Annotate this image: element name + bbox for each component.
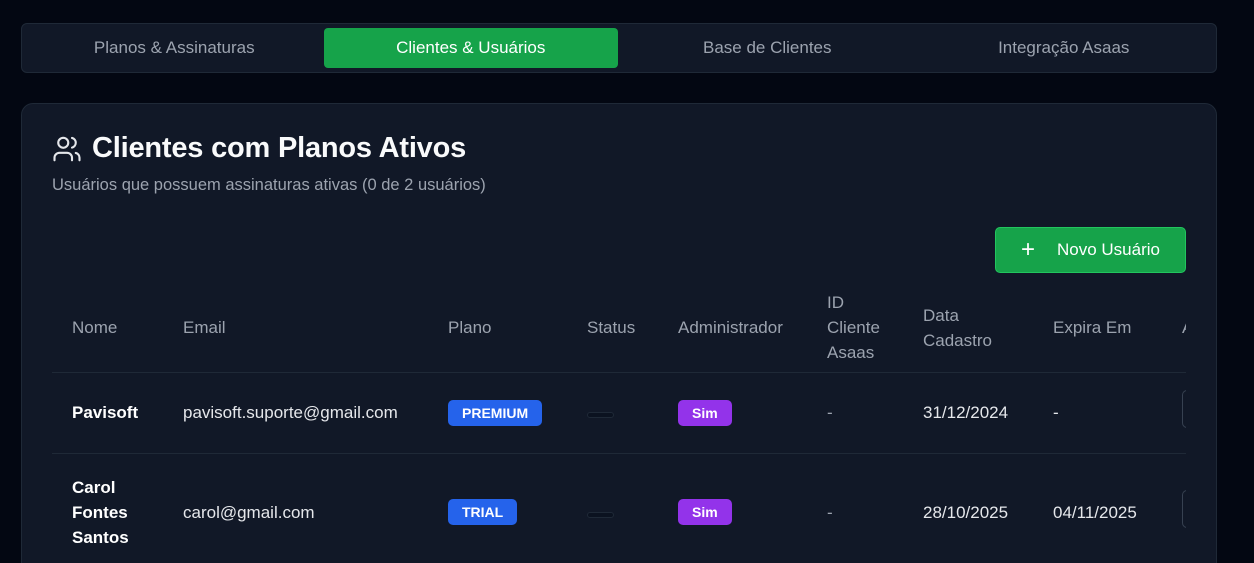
status-badge	[587, 511, 614, 518]
cell-asaas-id: -	[807, 372, 903, 454]
cell-name: Carol Fontes Santos	[52, 453, 163, 563]
plan-badge: PREMIUM	[448, 399, 543, 426]
cell-admin: Sim	[658, 453, 807, 563]
cell-actions	[1162, 372, 1186, 454]
cell-admin: Sim	[658, 372, 807, 454]
table-row: Carol Fontes Santos carol@gmail.com TRIA…	[52, 453, 1186, 563]
page-subtitle: Usuários que possuem assinaturas ativas …	[52, 176, 486, 194]
new-user-button-label: Novo Usuário	[1057, 240, 1160, 259]
page-title: Clientes com Planos Ativos	[92, 132, 467, 164]
cell-plan: PREMIUM	[428, 372, 567, 454]
tab-integracao-asaas[interactable]: Integração Asaas	[917, 28, 1212, 68]
cell-asaas-id: -	[807, 453, 903, 563]
users-icon	[53, 136, 81, 161]
plus-icon: +	[1020, 236, 1035, 263]
cell-status	[567, 372, 658, 454]
users-table-container[interactable]: Nome Email Plano Status Administrador ID…	[52, 284, 1186, 563]
cell-expires: -	[1033, 372, 1162, 454]
tab-clientes-usuarios[interactable]: Clientes & Usuários	[323, 28, 618, 68]
cell-status	[567, 453, 658, 563]
table-row: Pavisoft pavisoft.suporte@gmail.com PREM…	[52, 372, 1186, 454]
header-created[interactable]: Data Cadastro	[903, 284, 1033, 373]
cell-email: carol@gmail.com	[163, 453, 428, 563]
tab-bar: Planos & Assinaturas Clientes & Usuários…	[21, 23, 1217, 73]
card-header: Clientes com Planos Ativos	[52, 132, 466, 165]
admin-badge: Sim	[678, 499, 732, 525]
table-header-row: Nome Email Plano Status Administrador ID…	[52, 284, 1186, 373]
plan-badge: TRIAL	[448, 499, 518, 525]
new-user-button[interactable]: + Novo Usuário	[995, 227, 1186, 273]
tab-planos-assinaturas[interactable]: Planos & Assinaturas	[27, 28, 322, 68]
header-expires[interactable]: Expira Em	[1033, 284, 1162, 373]
header-email[interactable]: Email	[163, 284, 428, 373]
row-action-button[interactable]	[1182, 489, 1186, 528]
status-badge	[587, 412, 614, 418]
tab-base-de-clientes[interactable]: Base de Clientes	[620, 28, 915, 68]
header-status[interactable]: Status	[567, 284, 658, 373]
cell-created: 28/10/2025	[903, 453, 1033, 563]
header-admin[interactable]: Administrador	[658, 284, 807, 373]
cell-plan: TRIAL	[428, 453, 567, 563]
cell-created: 31/12/2024	[903, 372, 1033, 454]
row-action-button[interactable]	[1182, 390, 1186, 428]
header-asaas-id[interactable]: ID Cliente Asaas	[807, 284, 903, 373]
cell-expires: 04/11/2025	[1033, 453, 1162, 563]
clients-card: Clientes com Planos Ativos Usuários que …	[21, 103, 1217, 563]
admin-badge: Sim	[678, 399, 732, 426]
header-actions: A	[1162, 284, 1186, 373]
cell-actions	[1162, 453, 1186, 563]
cell-email: pavisoft.suporte@gmail.com	[163, 372, 428, 454]
header-name[interactable]: Nome	[52, 284, 163, 373]
header-plan[interactable]: Plano	[428, 284, 567, 373]
users-table: Nome Email Plano Status Administrador ID…	[52, 284, 1186, 563]
cell-name: Pavisoft	[52, 372, 163, 454]
